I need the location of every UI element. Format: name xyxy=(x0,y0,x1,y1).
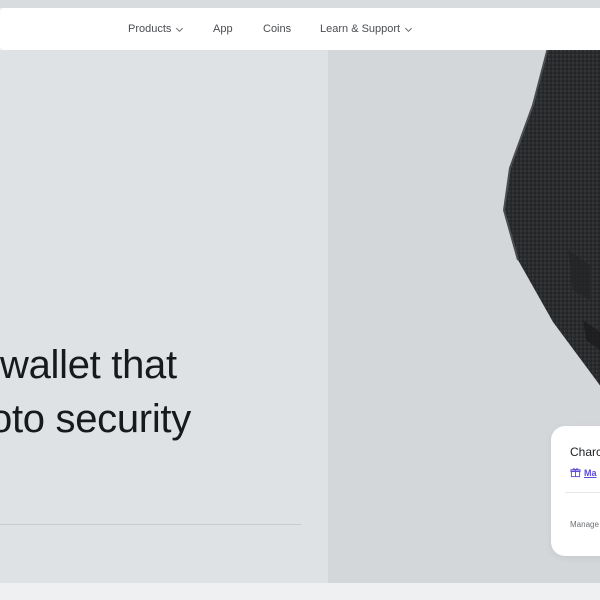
nav-item-learn-support[interactable]: Learn & Support xyxy=(320,8,413,50)
card-link-label: Ma xyxy=(584,467,597,478)
gift-icon xyxy=(570,468,581,478)
card-link[interactable]: Ma xyxy=(570,467,597,478)
card-title: Charc xyxy=(570,445,600,459)
chevron-down-icon xyxy=(405,27,413,32)
page: Products App Coins Learn & Support walle… xyxy=(0,0,600,600)
hero-divider xyxy=(0,524,301,525)
nav-item-label: Products xyxy=(128,23,172,35)
product-info-card: Charc Ma Manage xyxy=(551,426,600,556)
nav-item-app[interactable]: App xyxy=(213,8,233,50)
hero-text-panel xyxy=(0,50,328,583)
headline-line-1: wallet that xyxy=(0,343,177,387)
top-strip xyxy=(0,0,600,8)
nav-item-label: Learn & Support xyxy=(320,23,401,35)
nav-item-products[interactable]: Products xyxy=(128,8,184,50)
headline-line-2: oto security xyxy=(0,397,191,441)
nav-item-label: Coins xyxy=(263,23,292,35)
top-navigation: Products App Coins Learn & Support xyxy=(0,8,600,50)
card-divider xyxy=(565,492,600,493)
chevron-down-icon xyxy=(176,27,184,32)
card-footer-text: Manage xyxy=(570,520,599,529)
nav-item-label: App xyxy=(213,23,233,35)
nav-item-coins[interactable]: Coins xyxy=(263,8,291,50)
bottom-strip xyxy=(0,583,600,600)
